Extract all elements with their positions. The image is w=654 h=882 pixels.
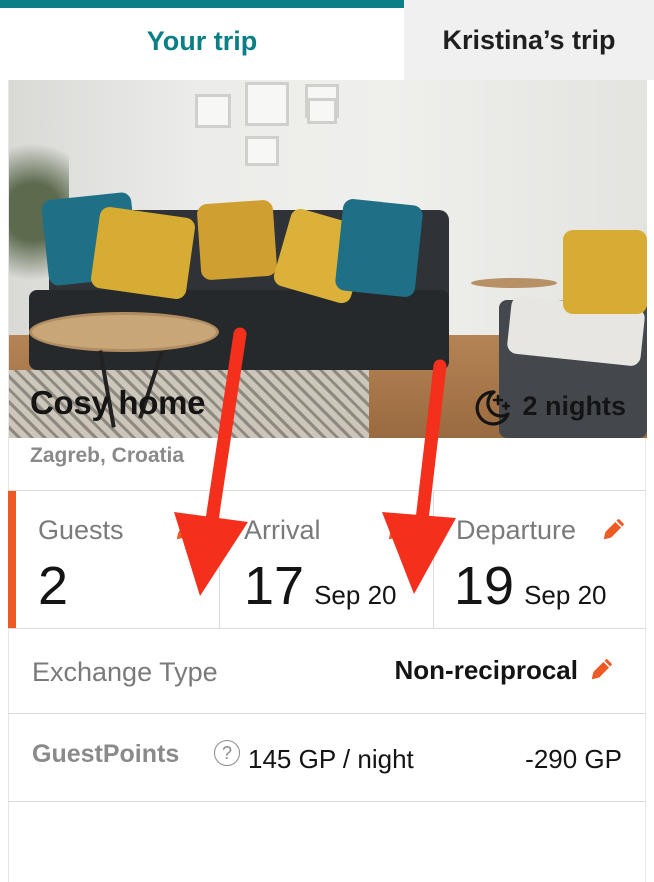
arrival-day: 17 xyxy=(244,556,305,616)
photo-pillow xyxy=(334,198,424,298)
departure-month: Sep 20 xyxy=(524,580,607,610)
nights-summary: 2 nights xyxy=(470,384,626,428)
arrival-stat[interactable]: Arrival 17 Sep 20 xyxy=(220,491,434,628)
photo-pillow xyxy=(563,230,647,314)
home-location: Zagreb, Croatia xyxy=(30,444,185,467)
trip-tabs: Your trip Kristina’s trip xyxy=(0,0,654,80)
guests-value: 2 xyxy=(38,556,69,616)
tab-kristinas-trip[interactable]: Kristina’s trip xyxy=(404,0,654,80)
exchange-type-value: Non-reciprocal xyxy=(394,655,579,685)
exchange-type-label: Exchange Type xyxy=(32,657,218,687)
guests-label: Guests xyxy=(38,515,124,545)
arrival-month: Sep 20 xyxy=(314,580,397,610)
departure-value-wrap: 19 Sep 20 xyxy=(454,559,606,613)
guestpoints-label: GuestPoints xyxy=(32,740,180,768)
pencil-icon[interactable] xyxy=(586,655,616,685)
arrival-label: Arrival xyxy=(244,515,321,545)
guestpoints-total: -290 GP xyxy=(525,744,622,774)
photo-pillow xyxy=(196,199,278,281)
departure-label: Departure xyxy=(456,515,577,545)
photo-frame xyxy=(245,82,289,126)
guests-stat[interactable]: Guests 2 xyxy=(8,491,220,628)
guestpoints-row: GuestPoints ? 145 GP / night -290 GP xyxy=(8,714,646,802)
guestpoints-rate: 145 GP / night xyxy=(248,744,414,774)
photo-pillow xyxy=(89,205,197,301)
departure-stat[interactable]: Departure 19 Sep 20 xyxy=(434,491,646,628)
pencil-icon[interactable] xyxy=(383,515,413,545)
tab-kristinas-trip-label: Kristina’s trip xyxy=(442,24,616,55)
question-circle-icon[interactable]: ? xyxy=(214,740,240,766)
photo-coffee-table xyxy=(29,312,219,352)
arrival-value-wrap: 17 Sep 20 xyxy=(244,559,396,613)
moon-stars-icon xyxy=(476,390,511,426)
photo-frame xyxy=(195,94,231,128)
photo-frame xyxy=(307,98,337,124)
photo-side-table xyxy=(471,278,557,288)
guests-value-wrap: 2 xyxy=(38,559,68,613)
home-title: Cosy home xyxy=(30,384,206,421)
departure-day: 19 xyxy=(454,556,515,616)
tab-your-trip[interactable]: Your trip xyxy=(0,0,404,80)
nights-label: 2 nights xyxy=(522,390,626,421)
photo-frame xyxy=(245,136,279,166)
pencil-icon[interactable] xyxy=(171,515,201,545)
pencil-icon[interactable] xyxy=(598,515,628,545)
trip-stats: Guests 2 Arrival 17 Sep 20 Departure 19 … xyxy=(8,490,646,629)
tab-your-trip-label: Your trip xyxy=(146,25,258,56)
exchange-type-row[interactable]: Exchange Type Non-reciprocal xyxy=(8,629,646,714)
